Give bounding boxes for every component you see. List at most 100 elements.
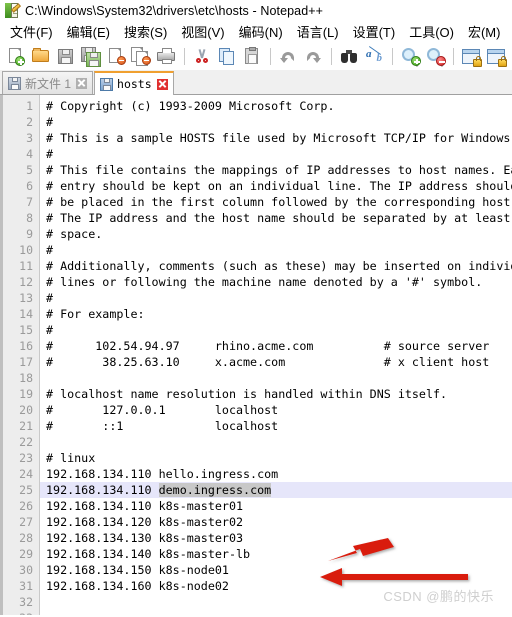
code-line[interactable]: 192.168.134.140 k8s-master-lb <box>40 546 512 562</box>
save-all-icon[interactable] <box>79 44 103 68</box>
code-line[interactable]: 192.168.134.130 k8s-master03 <box>40 530 512 546</box>
code-text: 192.168.134.110 <box>46 483 159 497</box>
save-disk-icon <box>100 77 114 91</box>
code-line[interactable]: # 102.54.94.97 rhino.acme.com # source s… <box>40 338 512 354</box>
toolbar-separator <box>184 47 185 65</box>
menu-item-encoding[interactable]: 编码(N) <box>232 21 290 43</box>
code-line[interactable]: # For example: <box>40 306 512 322</box>
code-line[interactable]: # entry should be kept on an individual … <box>40 178 512 194</box>
save-disk-icon <box>8 76 21 90</box>
sync-vertical-scroll-icon[interactable] <box>459 44 483 68</box>
code-line[interactable]: # be placed in the first column followed… <box>40 194 512 210</box>
code-line[interactable]: # Copyright (c) 1993-2009 Microsoft Corp… <box>40 98 512 114</box>
line-number: 11 <box>19 259 33 273</box>
menu-item-run[interactable]: 运行(R <box>507 21 512 43</box>
code-line[interactable]: # <box>40 322 512 338</box>
menu-item-settings[interactable]: 设置(T) <box>346 21 403 43</box>
code-line[interactable]: # localhost name resolution is handled w… <box>40 386 512 402</box>
notepadpp-window: C:\Windows\System32\drivers\etc\hosts - … <box>0 0 512 617</box>
code-line[interactable]: # This is a sample HOSTS file used by Mi… <box>40 130 512 146</box>
line-number: 7 <box>26 195 33 209</box>
replace-icon[interactable]: ab <box>362 44 386 68</box>
menu-item-macro[interactable]: 宏(M) <box>461 21 508 43</box>
save-icon[interactable] <box>54 44 78 68</box>
line-number: 10 <box>19 243 33 257</box>
redo-icon[interactable] <box>301 44 325 68</box>
line-number: 26 <box>19 499 33 513</box>
code-line[interactable]: # ::1 localhost <box>40 418 512 434</box>
menu-item-view[interactable]: 视图(V) <box>174 21 231 43</box>
menu-item-edit[interactable]: 编辑(E) <box>60 21 117 43</box>
code-line[interactable]: # linux <box>40 450 512 466</box>
code-line[interactable]: # 127.0.0.1 localhost <box>40 402 512 418</box>
line-number: 23 <box>19 451 33 465</box>
menu-item-tools[interactable]: 工具(O) <box>402 21 461 43</box>
find-icon[interactable] <box>337 44 361 68</box>
toolbar-separator <box>453 47 454 65</box>
line-number: 31 <box>19 579 33 593</box>
code-line[interactable] <box>40 610 512 615</box>
close-all-icon[interactable] <box>129 44 153 68</box>
code-line[interactable]: # lines or following the machine name de… <box>40 274 512 290</box>
code-line[interactable]: 192.168.134.110 hello.ingress.com <box>40 466 512 482</box>
line-number: 18 <box>19 371 33 385</box>
zoom-out-icon[interactable] <box>423 44 447 68</box>
tab-label: hosts <box>117 77 152 91</box>
line-number: 12 <box>19 275 33 289</box>
line-number: 25 <box>19 483 33 497</box>
line-number: 27 <box>19 515 33 529</box>
line-number: 20 <box>19 403 33 417</box>
line-number: 8 <box>26 211 33 225</box>
code-line[interactable]: # <box>40 290 512 306</box>
line-number: 5 <box>26 163 33 177</box>
watermark: CSDN @鹏的快乐 <box>383 589 494 604</box>
cut-icon[interactable] <box>190 44 214 68</box>
line-number: 4 <box>26 147 33 161</box>
line-number: 9 <box>26 227 33 241</box>
undo-icon[interactable] <box>276 44 300 68</box>
code-line[interactable]: # Additionally, comments (such as these)… <box>40 258 512 274</box>
tab-label: 新文件 1 <box>25 76 72 91</box>
close-icon[interactable] <box>76 77 88 89</box>
line-number: 29 <box>19 547 33 561</box>
line-number: 30 <box>19 563 33 577</box>
menu-item-search[interactable]: 搜索(S) <box>117 21 174 43</box>
code-line[interactable] <box>40 434 512 450</box>
code-line[interactable]: 192.168.134.120 k8s-master02 <box>40 514 512 530</box>
selected-text[interactable]: demo.ingress.com <box>158 483 272 497</box>
line-number-gutter: 1 2 3 4 5 6 7 8 9 10 11 12 13 14 15 16 17 18 19 20 21 22 23 24 2… <box>0 95 40 615</box>
sync-horizontal-scroll-icon[interactable] <box>484 44 508 68</box>
code-line[interactable]: 192.168.134.150 k8s-node01 <box>40 562 512 578</box>
code-line[interactable] <box>40 370 512 386</box>
code-line[interactable]: # space. <box>40 226 512 242</box>
toolbar: ab ¶ <box>0 43 512 70</box>
line-number: 15 <box>19 323 33 337</box>
title-bar: C:\Windows\System32\drivers\etc\hosts - … <box>0 0 512 21</box>
editor-area[interactable]: 1 2 3 4 5 6 7 8 9 10 11 12 13 14 15 16 17 18 19 20 21 22 23 24 2… <box>0 95 512 615</box>
new-file-icon[interactable] <box>4 44 28 68</box>
close-icon[interactable] <box>156 78 168 90</box>
notepad-plus-plus-icon <box>4 2 22 19</box>
code-line[interactable]: # <box>40 146 512 162</box>
tab-hosts[interactable]: hosts <box>94 71 174 95</box>
copy-icon[interactable] <box>215 44 239 68</box>
line-number: 33 <box>0 610 39 615</box>
code-line[interactable]: # <box>40 114 512 130</box>
line-number: 19 <box>19 387 33 401</box>
tab-bar: 新文件 1 hosts <box>0 70 512 95</box>
tab-new-file[interactable]: 新文件 1 <box>2 71 94 94</box>
code-line[interactable]: # <box>40 242 512 258</box>
print-icon[interactable] <box>154 44 178 68</box>
close-file-icon[interactable] <box>104 44 128 68</box>
menu-item-file[interactable]: 文件(F) <box>3 21 60 43</box>
code-line[interactable]: # This file contains the mappings of IP … <box>40 162 512 178</box>
code-text-area[interactable]: # Copyright (c) 1993-2009 Microsoft Corp… <box>40 95 512 615</box>
zoom-in-icon[interactable] <box>398 44 422 68</box>
open-file-icon[interactable] <box>29 44 53 68</box>
code-line[interactable]: # 38.25.63.10 x.acme.com # x client host <box>40 354 512 370</box>
menu-item-language[interactable]: 语言(L) <box>290 21 346 43</box>
code-line[interactable]: 192.168.134.110 demo.ingress.com <box>40 482 512 498</box>
code-line[interactable]: 192.168.134.110 k8s-master01 <box>40 498 512 514</box>
paste-icon[interactable] <box>240 44 264 68</box>
code-line[interactable]: # The IP address and the host name shoul… <box>40 210 512 226</box>
